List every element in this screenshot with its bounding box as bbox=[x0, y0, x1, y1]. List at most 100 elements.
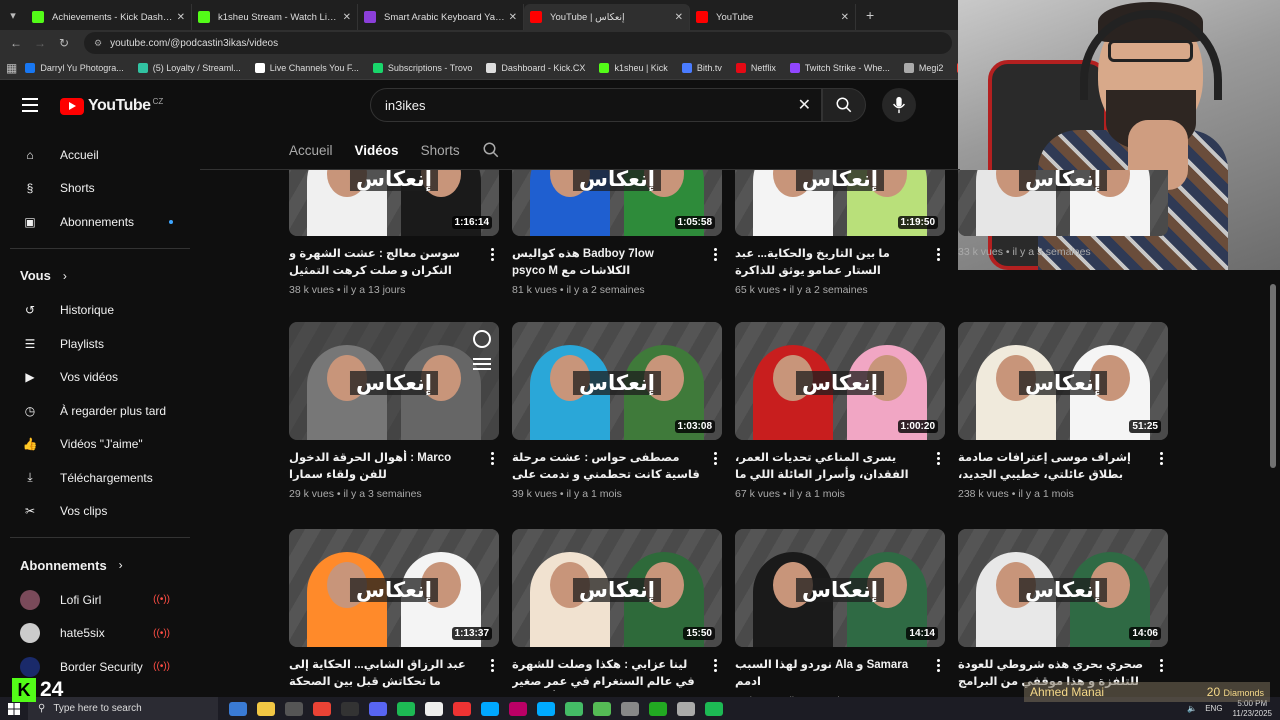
video-card[interactable]: إنعكاس Marco : أهوال الحرقة الدخول للفن و… bbox=[289, 322, 499, 500]
bookmark-item[interactable]: k1sheu | Kick bbox=[599, 62, 668, 73]
video-title[interactable]: Badboy 7low هذه كواليس الكلاشات مع psyco… bbox=[512, 246, 700, 280]
close-tab-icon[interactable]: ✕ bbox=[343, 12, 351, 23]
video-thumbnail[interactable]: إنعكاس 1:03:08 bbox=[512, 322, 722, 440]
video-title[interactable]: إشراف موسى إعترافات صادمة بطلاق عائلتي، … bbox=[958, 450, 1146, 484]
taskbar-app-icon[interactable] bbox=[313, 701, 331, 716]
taskbar-app-icon[interactable] bbox=[537, 701, 555, 716]
bookmark-item[interactable]: Live Channels You F... bbox=[254, 62, 359, 73]
tab-vidos[interactable]: Vidéos bbox=[355, 143, 399, 158]
tab-shorts[interactable]: Shorts bbox=[421, 143, 460, 158]
browser-tab[interactable]: Achievements - Kick Dashboard ✕ bbox=[26, 4, 192, 30]
search-input[interactable]: in3ikes ✕ bbox=[370, 88, 822, 122]
close-tab-icon[interactable]: ✕ bbox=[841, 12, 849, 23]
bookmark-item[interactable]: (5) Loyalty / Streaml... bbox=[137, 62, 241, 73]
video-card[interactable]: إنعكاس 1:19:50 ما بين التاريخ والحكاية... … bbox=[735, 170, 945, 296]
forward-icon[interactable]: → bbox=[28, 36, 52, 50]
sidebar-item-abonnements[interactable]: ▣ Abonnements bbox=[0, 205, 200, 239]
video-card[interactable]: إنعكاس 51:25 إشراف موسى إعترافات صادمة بطل… bbox=[958, 322, 1168, 500]
sidebar-item-vid-os-j-aime-[interactable]: 👍 Vidéos "J'aime" bbox=[0, 428, 200, 462]
taskbar-app-icon[interactable] bbox=[621, 701, 639, 716]
clear-search-icon[interactable]: ✕ bbox=[798, 95, 811, 115]
video-title[interactable]: سوسن معالج : عشت الشهرة و النكران و صلت … bbox=[289, 246, 477, 280]
video-thumbnail[interactable]: إنعكاس 1:19:50 bbox=[735, 170, 945, 236]
bookmark-item[interactable]: Darryl Yu Photogra... bbox=[25, 62, 124, 73]
browser-tab[interactable]: YouTube | إنعكاس ✕ bbox=[524, 4, 690, 30]
video-card[interactable]: إنعكاس 1:00:20 يسرى المناعي تحديات العمر، … bbox=[735, 322, 945, 500]
taskbar-app-icon[interactable] bbox=[649, 701, 667, 716]
browser-tab[interactable]: Smart Arabic Keyboard Yamli™ ✕ bbox=[358, 4, 524, 30]
more-options-icon[interactable] bbox=[491, 659, 495, 674]
voice-search-button[interactable] bbox=[882, 88, 916, 122]
taskbar-app-icon[interactable] bbox=[509, 701, 527, 716]
language-indicator[interactable]: ENG bbox=[1205, 704, 1222, 713]
video-thumbnail[interactable]: إنعكاس 51:25 bbox=[958, 322, 1168, 440]
sidebar-item-vos-vid-os[interactable]: ▶ Vos vidéos bbox=[0, 361, 200, 395]
taskbar-app-icon[interactable] bbox=[285, 701, 303, 716]
bookmark-item[interactable]: Netflix bbox=[735, 62, 776, 73]
taskbar-app-icon[interactable] bbox=[481, 701, 499, 716]
video-card[interactable]: إنعكاس 14:14 Samara و Ala نوردو لهذا السبب… bbox=[735, 529, 945, 700]
tab-accueil[interactable]: Accueil bbox=[289, 143, 333, 158]
taskbar-app-icon[interactable] bbox=[705, 701, 723, 716]
video-card[interactable]: إنعكاس 15:50 لينا عزابي : هكذا وصلت للشهرة… bbox=[512, 529, 722, 691]
sidebar-item-historique[interactable]: ↺ Historique bbox=[0, 294, 200, 328]
page-scrollbar[interactable] bbox=[1270, 284, 1276, 468]
more-options-icon[interactable] bbox=[1160, 452, 1164, 467]
subscriptions-heading[interactable]: Abonnements › bbox=[0, 547, 200, 583]
taskbar-app-icon[interactable] bbox=[229, 701, 247, 716]
more-options-icon[interactable] bbox=[937, 452, 941, 467]
close-tab-icon[interactable]: ✕ bbox=[177, 12, 185, 23]
video-title[interactable]: مصطفى حواس : عشت مرحلة قاسية كانت تحطمني… bbox=[512, 450, 700, 484]
video-thumbnail[interactable]: إنعكاس bbox=[289, 322, 499, 440]
video-title[interactable]: عبد الرزاق الشابي... الحكاية إلى ما تحكا… bbox=[289, 657, 477, 691]
bookmark-item[interactable]: Subscriptions - Trovo bbox=[372, 62, 472, 73]
apps-grid-icon[interactable]: ▦ bbox=[6, 61, 17, 75]
sidebar-item-shorts[interactable]: § Shorts bbox=[0, 172, 200, 206]
taskbar-app-icon[interactable] bbox=[341, 701, 359, 716]
site-info-icon[interactable]: ⚙ bbox=[94, 38, 102, 49]
more-options-icon[interactable] bbox=[714, 248, 718, 263]
browser-tab[interactable]: YouTube ✕ bbox=[690, 4, 856, 30]
sidebar-item-playlists[interactable]: ☰ Playlists bbox=[0, 327, 200, 361]
more-options-icon[interactable] bbox=[714, 659, 718, 674]
sidebar-item-vos-clips[interactable]: ✂ Vos clips bbox=[0, 495, 200, 529]
taskbar-app-icon[interactable] bbox=[593, 701, 611, 716]
bookmark-item[interactable]: Megi2 bbox=[903, 62, 943, 73]
reload-icon[interactable]: ↻ bbox=[52, 36, 76, 50]
more-options-icon[interactable] bbox=[491, 248, 495, 263]
browser-tab[interactable]: k1sheu Stream - Watch Live on ✕ bbox=[192, 4, 358, 30]
new-tab-button[interactable]: + bbox=[856, 7, 884, 23]
video-title[interactable]: لينا عزابي : هكذا وصلت للشهرة في عالم ال… bbox=[512, 657, 700, 691]
search-button[interactable] bbox=[822, 88, 866, 122]
video-thumbnail[interactable]: إنعكاس 15:50 bbox=[512, 529, 722, 647]
sidebar-channel[interactable]: Lofi Girl ((•)) bbox=[0, 583, 200, 617]
back-icon[interactable]: ← bbox=[4, 36, 28, 50]
video-thumbnail[interactable]: إنعكاس 1:05:58 bbox=[512, 170, 722, 236]
video-card[interactable]: إنعكاس 33 k vues • il y a 3 semaines bbox=[958, 170, 1168, 258]
you-section-heading[interactable]: Vous › bbox=[0, 258, 200, 294]
channel-search-icon[interactable] bbox=[482, 141, 500, 159]
volume-icon[interactable]: 🔈 bbox=[1187, 704, 1197, 713]
close-tab-icon[interactable]: ✕ bbox=[675, 12, 683, 23]
more-options-icon[interactable] bbox=[937, 659, 941, 674]
video-thumbnail[interactable]: إنعكاس bbox=[958, 170, 1168, 236]
video-card[interactable]: إنعكاس14:06صحري بحري هذه شروطي للعودة لل… bbox=[958, 529, 1168, 691]
bookmark-item[interactable]: Twitch Strike - Whe... bbox=[789, 62, 890, 73]
sidebar-item--regarder-plus-tard[interactable]: ◷ À regarder plus tard bbox=[0, 394, 200, 428]
add-to-queue-icon[interactable] bbox=[473, 358, 491, 372]
bookmark-item[interactable]: Dashboard - Kick.CX bbox=[486, 62, 585, 73]
video-thumbnail[interactable]: إنعكاس 1:00:20 bbox=[735, 322, 945, 440]
tab-search-icon[interactable]: ▾ bbox=[0, 0, 26, 30]
sidebar-channel[interactable]: hate5six ((•)) bbox=[0, 617, 200, 651]
watch-later-icon[interactable] bbox=[473, 330, 491, 348]
more-options-icon[interactable] bbox=[1160, 659, 1164, 674]
more-options-icon[interactable] bbox=[491, 452, 495, 467]
close-tab-icon[interactable]: ✕ bbox=[509, 12, 517, 23]
video-thumbnail[interactable]: إنعكاس 1:16:14 bbox=[289, 170, 499, 236]
video-thumbnail[interactable]: إنعكاس 14:06 bbox=[958, 529, 1168, 647]
taskbar-app-icon[interactable] bbox=[677, 701, 695, 716]
taskbar-app-icon[interactable] bbox=[397, 701, 415, 716]
sidebar-item-t-l-chargements[interactable]: ⤓ Téléchargements bbox=[0, 461, 200, 495]
taskbar-app-icon[interactable] bbox=[565, 701, 583, 716]
more-options-icon[interactable] bbox=[714, 452, 718, 467]
